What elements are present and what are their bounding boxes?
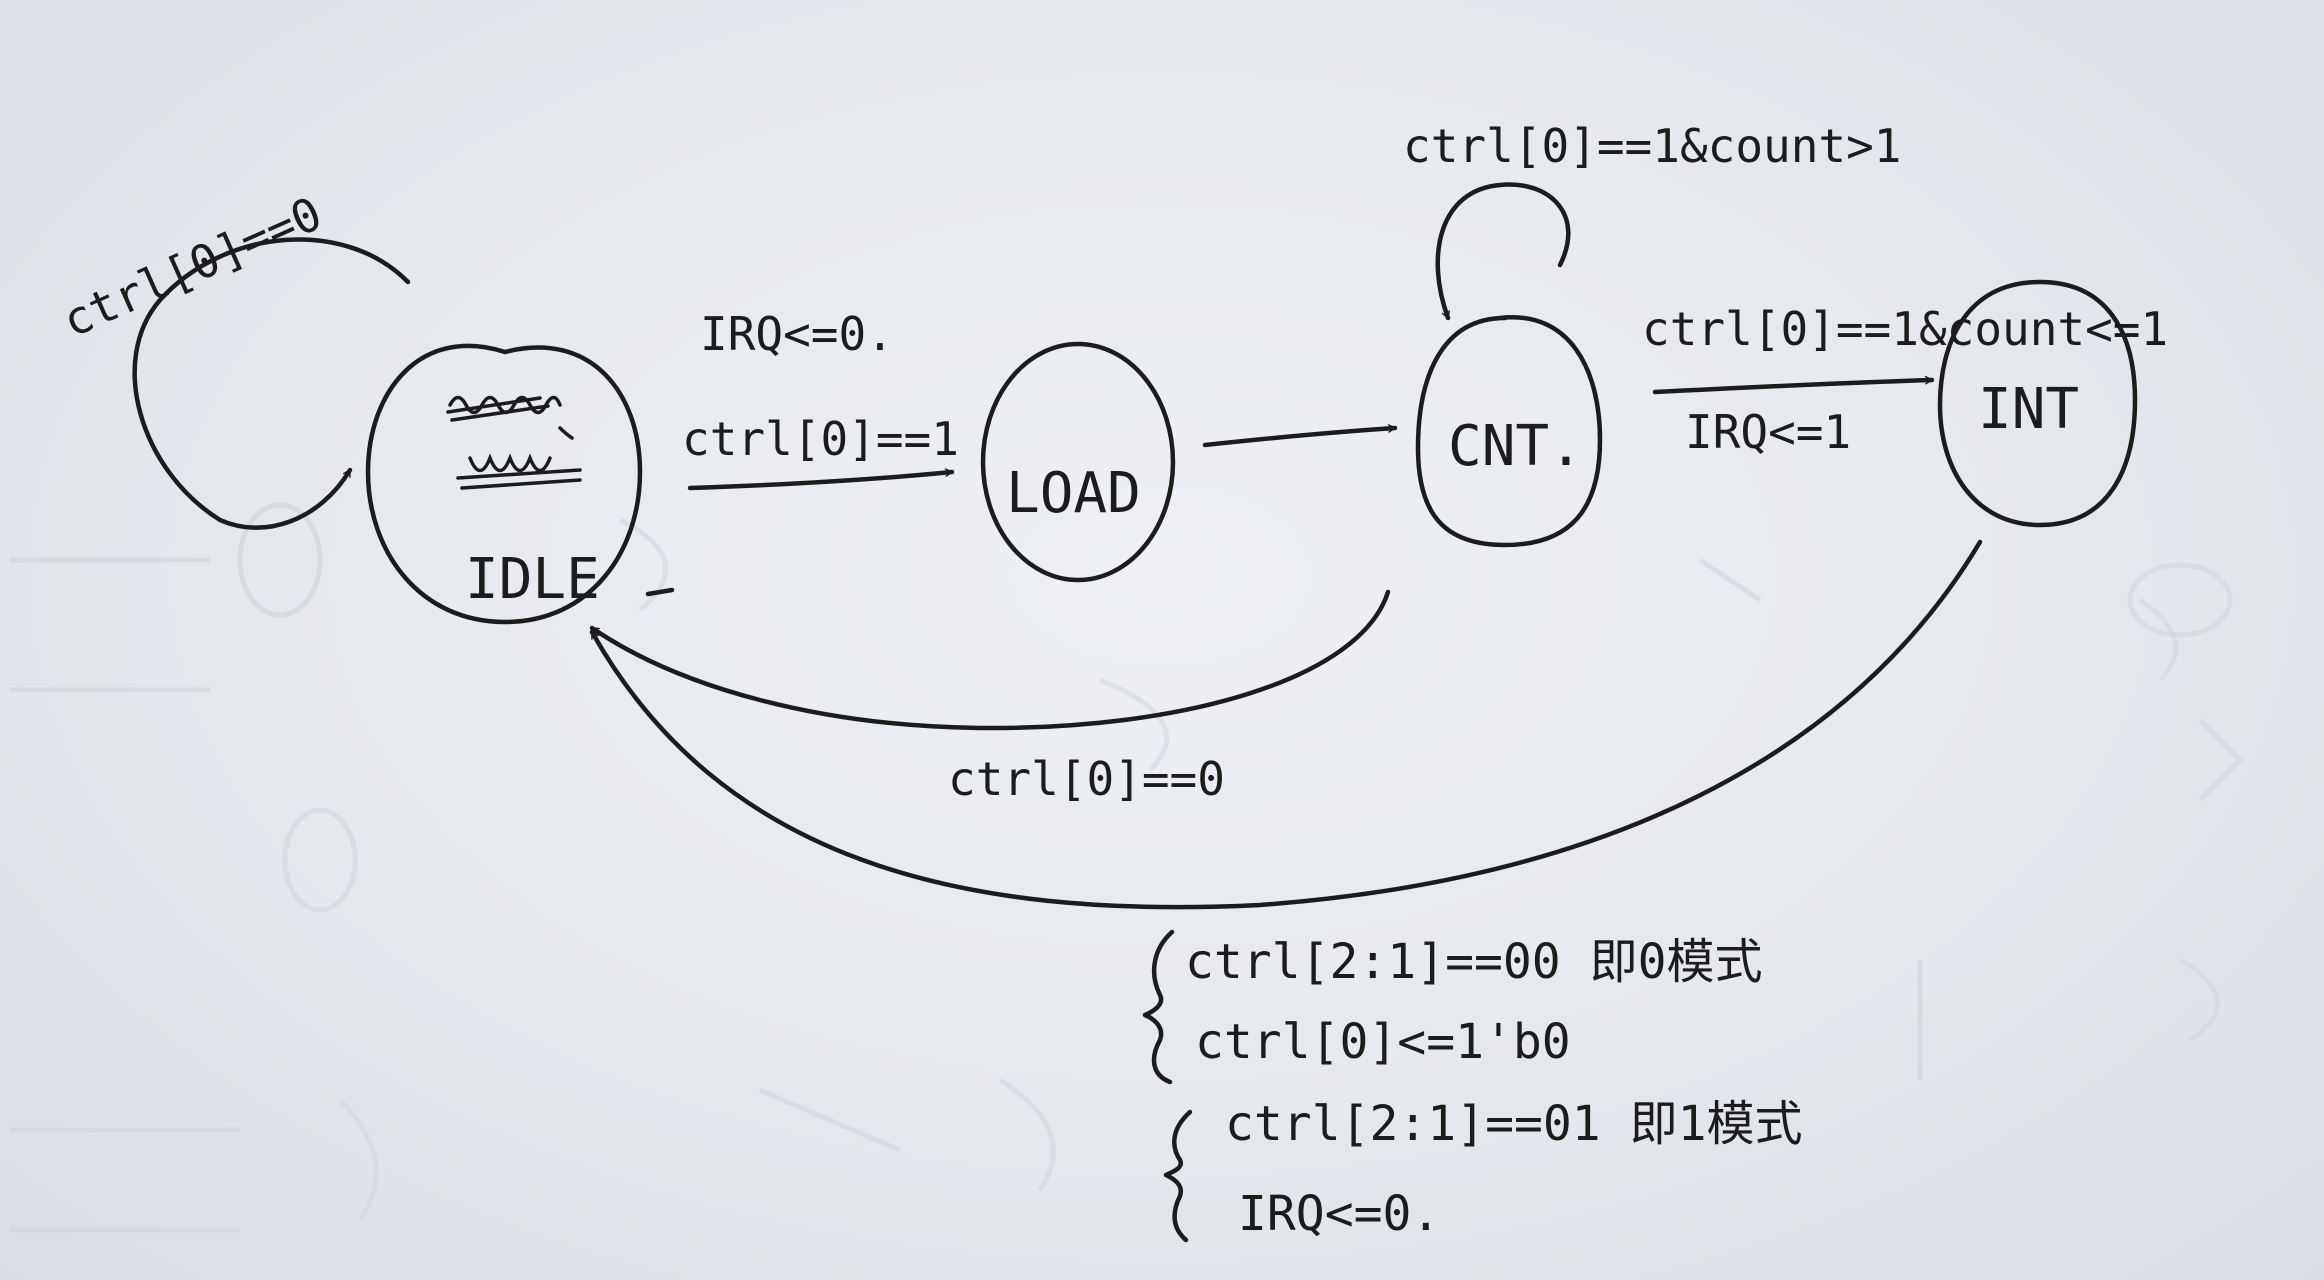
state-load-label: LOAD xyxy=(1006,461,1141,526)
state-idle: IDLE xyxy=(365,343,643,625)
state-diagram: IDLE LOAD CNT. INT ctrl[0]==0 IRQ<=0. ct… xyxy=(10,119,2244,1243)
transition-cnt-self: ctrl[0]==1&count>1 xyxy=(1403,119,1902,321)
paper-sheet: IDLE LOAD CNT. INT ctrl[0]==0 IRQ<=0. ct… xyxy=(0,0,2324,1280)
mode-1-action: IRQ<=0. xyxy=(1238,1186,1440,1242)
transition-cnt-to-int-output: IRQ<=1 xyxy=(1685,405,1851,459)
transition-idle-to-load: IRQ<=0. ctrl[0]==1 xyxy=(682,307,959,491)
mode-0-note: ctrl[2:1]==00 即0模式 ctrl[0]<=1'b0 xyxy=(1142,929,1762,1085)
transition-int-to-idle xyxy=(589,539,1983,910)
transition-cnt-to-int: ctrl[0]==1&count<=1 IRQ<=1 xyxy=(1642,302,2168,459)
state-cnt-label: CNT. xyxy=(1448,414,1583,479)
transition-idle-self: ctrl[0]==0 xyxy=(55,186,411,530)
state-int-label: INT xyxy=(1978,377,2079,442)
transition-idle-to-load-output: IRQ<=0. xyxy=(700,307,894,361)
state-idle-label: IDLE xyxy=(465,547,600,612)
transition-idle-self-label: ctrl[0]==0 xyxy=(55,186,330,348)
transition-cnt-to-idle-label: ctrl[0]==0 xyxy=(948,752,1225,806)
mode-1-condition: ctrl[2:1]==01 即1模式 xyxy=(1225,1096,1802,1152)
bleed-through xyxy=(10,502,2244,1233)
state-load: LOAD xyxy=(980,341,1176,583)
transition-cnt-self-label: ctrl[0]==1&count>1 xyxy=(1403,119,1902,173)
mode-1-note: ctrl[2:1]==01 即1模式 IRQ<=0. xyxy=(1163,1096,1802,1243)
transition-load-to-cnt xyxy=(1202,424,1398,448)
transition-idle-to-load-condition: ctrl[0]==1 xyxy=(682,412,959,466)
mode-0-action: ctrl[0]<=1'b0 xyxy=(1195,1014,1571,1070)
mode-0-condition: ctrl[2:1]==00 即0模式 xyxy=(1185,934,1762,990)
transition-cnt-to-int-condition: ctrl[0]==1&count<=1 xyxy=(1642,302,2168,356)
scribbled-out-text xyxy=(446,395,582,490)
state-cnt: CNT. xyxy=(1415,315,1603,548)
